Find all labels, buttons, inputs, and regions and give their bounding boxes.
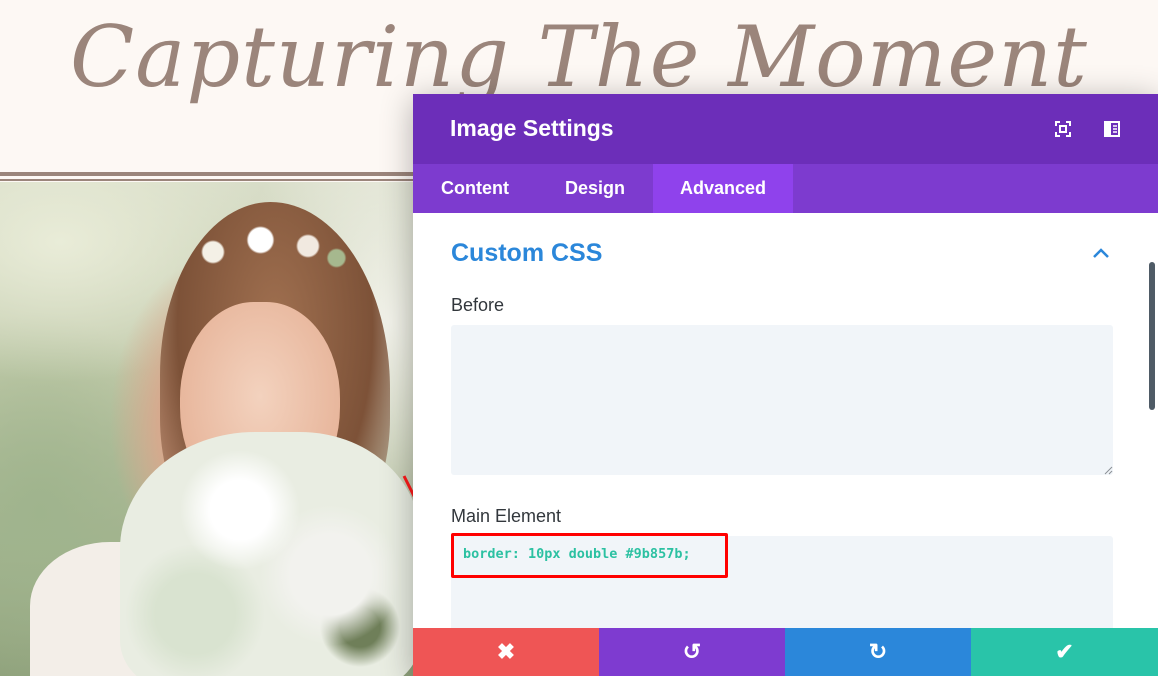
site-divider (0, 172, 413, 176)
expand-icon[interactable] (1054, 120, 1072, 138)
tab-content[interactable]: Content (413, 164, 537, 213)
undo-button[interactable]: ↺ (599, 628, 785, 676)
modal-footer: ✖ ↺ ↻ ✔ (413, 628, 1158, 676)
photo-flower-crown (175, 222, 365, 282)
modal-body: Custom CSS Before Main Element border: 1… (413, 213, 1158, 628)
main-element-label: Main Element (451, 506, 562, 526)
before-css-textarea[interactable] (451, 325, 1113, 475)
tab-bar: Content Design Advanced (413, 164, 1158, 213)
tab-advanced[interactable]: Advanced (653, 164, 793, 213)
checkmark-icon: ✔ (1055, 639, 1074, 664)
discard-button[interactable]: ✖ (413, 628, 599, 676)
modal-header: Image Settings (413, 94, 1158, 164)
modal-scrollbar[interactable] (1149, 262, 1155, 410)
annotation-highlight-box (451, 533, 728, 578)
tab-design[interactable]: Design (537, 164, 653, 213)
site-divider-thin (0, 179, 413, 181)
split-view-icon[interactable] (1103, 120, 1121, 138)
image-settings-modal: Image Settings Content Design Advanced C… (413, 94, 1158, 676)
redo-icon: ↻ (868, 639, 888, 664)
modal-title: Image Settings (450, 115, 614, 141)
bride-photo (0, 182, 413, 676)
redo-button[interactable]: ↻ (785, 628, 971, 676)
close-icon: ✖ (496, 639, 516, 664)
photo-bouquet (120, 432, 413, 676)
chevron-up-icon[interactable] (1092, 247, 1110, 259)
section-title-custom-css[interactable]: Custom CSS (451, 239, 602, 268)
before-label: Before (451, 295, 505, 315)
resize-grip-icon[interactable] (1103, 465, 1113, 475)
save-button[interactable]: ✔ (971, 628, 1158, 676)
undo-icon: ↺ (682, 639, 702, 664)
